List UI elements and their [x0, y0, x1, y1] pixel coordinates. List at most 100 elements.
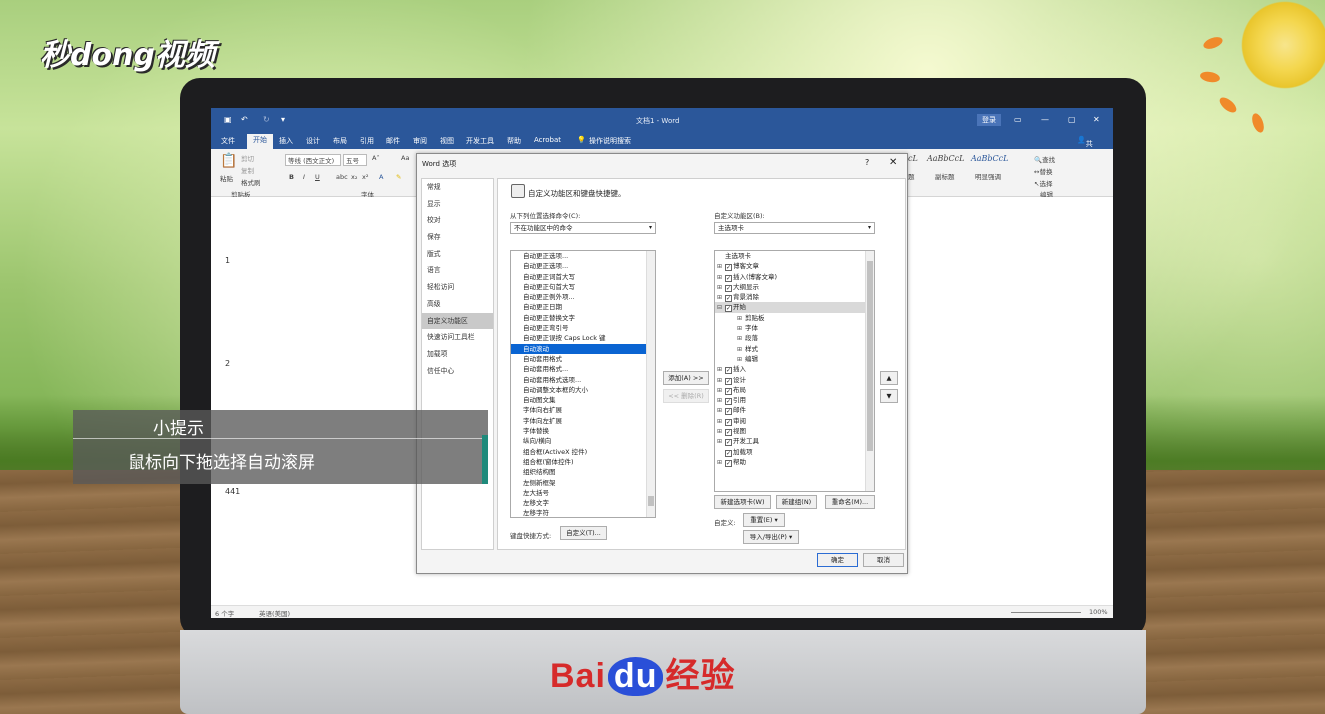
tab-developer[interactable]: 开发工具	[466, 136, 494, 146]
command-item[interactable]: 自动更正词首大写	[511, 272, 655, 282]
import-export-button[interactable]: 导入/导出(P) ▾	[743, 530, 799, 544]
tab-view[interactable]: 视图	[440, 136, 454, 146]
expand-icon[interactable]: ⊟	[717, 303, 725, 313]
checkbox[interactable]: ✓	[725, 398, 732, 406]
nav-trust-center[interactable]: 信任中心	[422, 363, 493, 380]
ribbon-tree-item[interactable]: ⊞ ✓ 博客文章	[715, 261, 874, 272]
style-heading-sample[interactable]: cL	[908, 154, 918, 163]
grow-font-icon[interactable]: A˄	[372, 154, 380, 162]
nav-display[interactable]: 显示	[422, 196, 493, 213]
nav-proofing[interactable]: 校对	[422, 212, 493, 229]
nav-customize-ribbon[interactable]: 自定义功能区	[422, 312, 493, 330]
checkbox[interactable]: ✓	[725, 418, 732, 426]
close-icon[interactable]: ✕	[889, 157, 897, 168]
command-item[interactable]: 自动更正选项...	[511, 261, 655, 271]
command-item[interactable]: 自动更正例外项...	[511, 292, 655, 302]
share-button[interactable]: 👤共享	[1077, 136, 1093, 158]
new-tab-button[interactable]: 新建选项卡(W)	[714, 495, 771, 509]
ribbon-tree-item[interactable]: ⊟ ✓ 开始	[715, 302, 874, 313]
style-intense-label[interactable]: 明显强调	[975, 171, 1001, 181]
format-painter-button[interactable]: 格式刷	[241, 177, 261, 187]
zoom-slider[interactable]	[1011, 612, 1081, 613]
command-item[interactable]: 字体向左扩展	[511, 416, 655, 426]
command-item[interactable]: 左移文字	[511, 498, 655, 508]
nav-advanced[interactable]: 高级	[422, 296, 493, 313]
style-intense-sample[interactable]: AaBbCcL	[971, 154, 1008, 163]
tree-scrollbar[interactable]	[865, 251, 874, 491]
command-item[interactable]: 自动调整文本框的大小	[511, 385, 655, 395]
nav-save[interactable]: 保存	[422, 229, 493, 246]
paste-icon[interactable]: 📋	[220, 153, 237, 169]
tab-design[interactable]: 设计	[306, 136, 320, 146]
tab-review[interactable]: 审阅	[413, 136, 427, 146]
replace-button[interactable]: ↔替换	[1034, 166, 1052, 176]
ribbon-tree-item[interactable]: ⊞ ✓ 帮助	[715, 457, 874, 467]
checkbox[interactable]: ✓	[725, 295, 732, 303]
checkbox[interactable]: ✓	[725, 284, 732, 292]
ribbon-tree[interactable]: 主选项卡 ⊞ ✓ 博客文章 ⊞ ✓ 插入(博客文章) ⊞ ✓ 大纲显示 ⊞ ✓ 背景消除 ⊟ ✓ 开始 ⊞ 剪贴板…	[714, 250, 875, 492]
command-item[interactable]: 左侧新框架	[511, 478, 655, 488]
command-item[interactable]: 自动套用格式	[511, 354, 655, 364]
commands-scrollbar[interactable]	[646, 251, 655, 517]
nav-language[interactable]: 语言	[422, 262, 493, 279]
highlight-icon[interactable]: ✎	[396, 173, 401, 181]
style-heading-label[interactable]: 题	[908, 171, 915, 181]
find-button[interactable]: 🔍查找	[1034, 154, 1055, 164]
ribbon-tree-item[interactable]: ⊞ ✓ 审阅	[715, 416, 874, 426]
select-button[interactable]: ↖选择	[1034, 178, 1052, 188]
ribbon-tree-item[interactable]: ✓ 加载项	[715, 447, 874, 457]
reset-button[interactable]: 重置(E) ▾	[743, 513, 785, 527]
checkbox[interactable]: ✓	[725, 459, 732, 467]
command-item[interactable]: 左大括号	[511, 488, 655, 498]
command-item[interactable]: 自动更正替换文字	[511, 313, 655, 323]
choose-commands-select[interactable]: 不在功能区中的命令	[510, 222, 656, 234]
command-item[interactable]: 纵向/横向	[511, 436, 655, 446]
superscript-button[interactable]: x²	[362, 173, 368, 181]
save-icon[interactable]: ▣	[224, 115, 232, 124]
command-item[interactable]: 自动滚动	[511, 343, 655, 354]
ok-button[interactable]: 确定	[817, 553, 858, 567]
ribbon-tree-item[interactable]: ⊞ ✓ 视图	[715, 426, 874, 437]
paste-button[interactable]: 粘贴	[220, 173, 233, 183]
tab-help[interactable]: 帮助	[507, 136, 521, 146]
ribbon-tree-item[interactable]: ⊞ ✓ 大纲显示	[715, 282, 874, 292]
scroll-thumb[interactable]	[867, 261, 873, 451]
command-item[interactable]: 自动更正弯引号	[511, 323, 655, 333]
ribbon-tree-item[interactable]: ⊞ 字体	[715, 323, 874, 333]
redo-icon[interactable]: ↻	[263, 115, 270, 124]
checkbox[interactable]: ✓	[725, 429, 732, 437]
style-subtitle-sample[interactable]: AaBbCcL	[927, 154, 964, 163]
checkbox[interactable]: ✓	[725, 367, 732, 375]
ribbon-tree-item[interactable]: ⊞ ✓ 插入	[715, 364, 874, 375]
new-group-button[interactable]: 新建组(N)	[776, 495, 817, 509]
tab-home[interactable]: 开始	[247, 134, 273, 149]
command-item[interactable]: 自动图文集	[511, 395, 655, 405]
ribbon-display-icon[interactable]: ▭	[1014, 115, 1022, 124]
nav-accessibility[interactable]: 轻松访问	[422, 279, 493, 296]
rename-button[interactable]: 重命名(M)...	[825, 495, 875, 509]
ribbon-tree-item[interactable]: ⊞ ✓ 背景消除	[715, 292, 874, 303]
customize-keyboard-button[interactable]: 自定义(T)...	[560, 526, 607, 540]
checkbox[interactable]: ✓	[725, 264, 732, 272]
ribbon-tree-item[interactable]: ⊞ ✓ 布局	[715, 385, 874, 395]
tab-acrobat[interactable]: Acrobat	[534, 136, 561, 144]
nav-addins[interactable]: 加载项	[422, 346, 493, 363]
command-item[interactable]: 自动更正日期	[511, 302, 655, 312]
checkbox[interactable]: ✓	[725, 377, 732, 385]
tab-file[interactable]: 文件	[221, 136, 235, 146]
ribbon-tree-item[interactable]: ⊞ ✓ 开发工具	[715, 436, 874, 447]
checkbox[interactable]: ✓	[725, 408, 732, 416]
ribbon-tree-item[interactable]: ⊞ 段落	[715, 333, 874, 343]
undo-icon[interactable]: ↶	[241, 115, 248, 124]
command-item[interactable]: 字体向右扩展	[511, 405, 655, 415]
font-name-select[interactable]: 等线 (西文正文)	[285, 154, 341, 166]
command-item[interactable]: 左移字符	[511, 508, 655, 517]
language-status[interactable]: 英语(美国)	[259, 608, 290, 618]
word-count[interactable]: 6 个字	[215, 608, 234, 618]
ribbon-tree-item[interactable]: ⊞ 样式	[715, 344, 874, 354]
strikethrough-button[interactable]: abc	[336, 173, 348, 181]
scroll-thumb[interactable]	[648, 496, 654, 506]
minimize-icon[interactable]: —	[1041, 115, 1049, 124]
command-item[interactable]: 自动更正误按 Caps Lock 键	[511, 333, 655, 343]
tab-layout[interactable]: 布局	[333, 136, 347, 146]
